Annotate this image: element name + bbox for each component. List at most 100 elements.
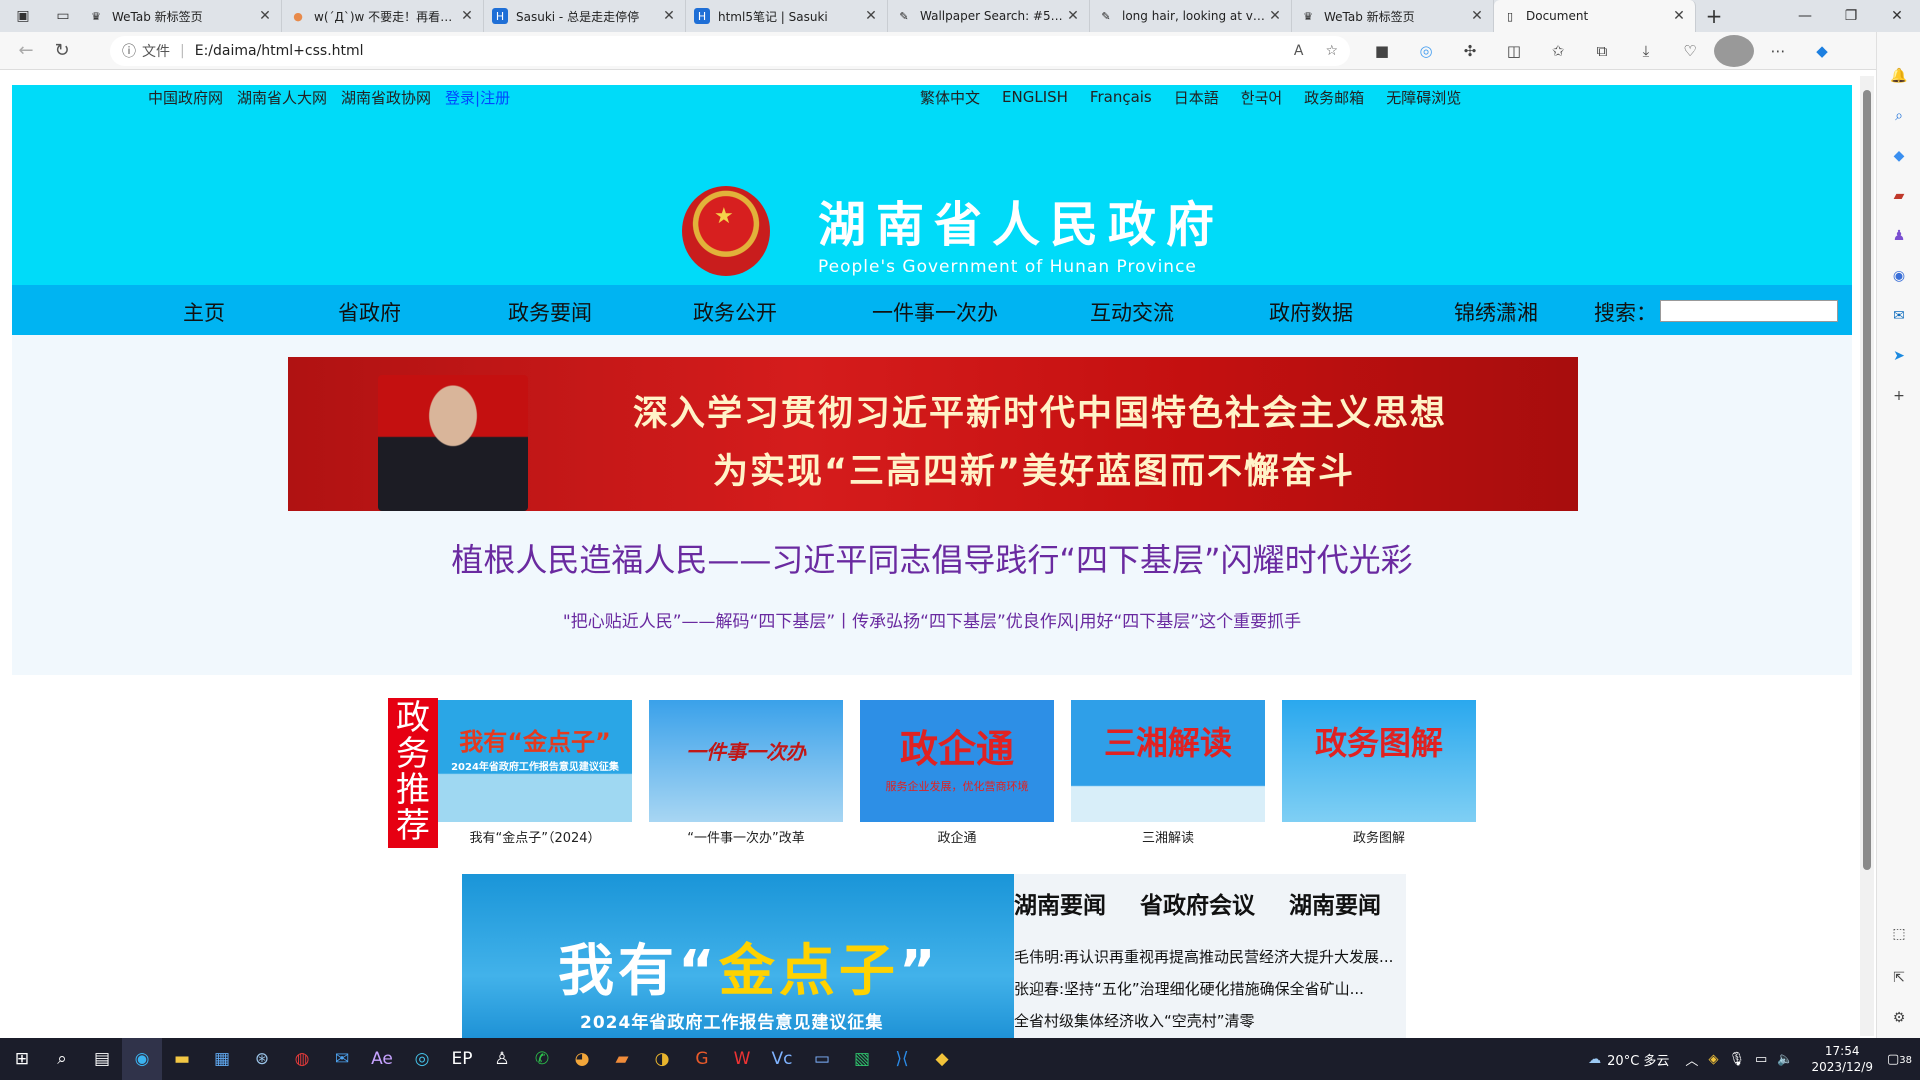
tab-gov-meetings[interactable]: 省政府会议 bbox=[1140, 886, 1255, 920]
address-bar[interactable]: ⓘ 文件 | E:/daima/html+css.html A ☆ bbox=[110, 35, 1350, 66]
microphone-icon[interactable]: 🎙 bbox=[1728, 1052, 1745, 1067]
lang-french[interactable]: Français bbox=[1090, 88, 1152, 106]
lang-english[interactable]: ENGLISH bbox=[1002, 88, 1068, 106]
browser-tab[interactable]: ●w(´Д`)w 不要走！再看看嘛！✕ bbox=[282, 0, 484, 32]
link-gov-cn[interactable]: 中国政府网 bbox=[148, 87, 223, 108]
screenshot-icon[interactable]: ⬚ bbox=[1889, 924, 1909, 944]
link-hunan-npc[interactable]: 湖南省人大网 bbox=[237, 87, 327, 108]
bell-icon[interactable]: 🔔 bbox=[1889, 66, 1909, 86]
close-tab-icon[interactable]: ✕ bbox=[661, 8, 677, 24]
browser-tab[interactable]: ♛ WeTab 新标签页 ✕ bbox=[1292, 0, 1494, 32]
news-item[interactable]: 张迎春:坚持“五化”治理细化硬化措施确保全省矿山... bbox=[1014, 978, 1406, 1010]
favorite-star-icon[interactable]: ☆ bbox=[1325, 43, 1338, 59]
tab-hunan-news[interactable]: 湖南要闻 bbox=[1014, 886, 1106, 920]
collections-icon[interactable]: ⧉ bbox=[1582, 35, 1622, 67]
m365-icon[interactable]: ◉ bbox=[1889, 266, 1909, 286]
browser-tab[interactable]: ✎long hair, looking at viewer✕ bbox=[1090, 0, 1292, 32]
tab-actions-icon[interactable]: ▭ bbox=[46, 0, 80, 32]
workspaces-icon[interactable]: ▣ bbox=[0, 0, 46, 32]
game-icon[interactable]: ◕ bbox=[562, 1038, 602, 1080]
recommend-card[interactable]: 政务图解 政务图解 bbox=[1282, 700, 1476, 846]
gov-mail-link[interactable]: 政务邮箱 bbox=[1304, 87, 1364, 108]
recommend-card[interactable]: 一件事一次办 “一件事一次办”改革 bbox=[649, 700, 843, 846]
network-icon[interactable]: ▭ bbox=[1755, 1052, 1767, 1067]
sheets-app-icon[interactable]: ▧ bbox=[842, 1038, 882, 1080]
bookmark-app-icon[interactable]: ▰ bbox=[602, 1038, 642, 1080]
close-tab-icon[interactable]: ✕ bbox=[257, 8, 273, 24]
scrollbar-thumb[interactable] bbox=[1863, 90, 1871, 870]
recommend-card[interactable]: 我有“金点子” 2024年省政府工作报告意见建议征集 我有“金点子”（2024） bbox=[438, 700, 632, 846]
remote-desktop-icon[interactable]: ▭ bbox=[802, 1038, 842, 1080]
games-icon[interactable]: ♟ bbox=[1889, 226, 1909, 246]
site-logo[interactable]: ★ 湖南省人民政府 People's Government of Hunan P… bbox=[682, 185, 1224, 277]
url-text[interactable]: E:/daima/html+css.html bbox=[195, 43, 364, 59]
wps-icon[interactable]: W bbox=[722, 1038, 762, 1080]
store-icon[interactable]: ▦ bbox=[202, 1038, 242, 1080]
send-icon[interactable]: ➤ bbox=[1889, 346, 1909, 366]
extension-icon[interactable]: ■ bbox=[1362, 35, 1402, 67]
browser-tab[interactable]: Hhtml5笔记 | Sasuki ✕ bbox=[686, 0, 888, 32]
vc-app-icon[interactable]: Vc bbox=[762, 1038, 802, 1080]
close-tab-icon[interactable]: ✕ bbox=[1065, 8, 1081, 24]
tools-icon[interactable]: ▰ bbox=[1889, 186, 1909, 206]
shopping-icon[interactable]: ◆ bbox=[1889, 146, 1909, 166]
circle-extension-icon[interactable]: ◎ bbox=[1406, 35, 1446, 67]
close-tab-icon[interactable]: ✕ bbox=[1267, 8, 1283, 24]
file-explorer-icon[interactable]: ▬ bbox=[162, 1038, 202, 1080]
weather-icon[interactable]: ☁ bbox=[1588, 1052, 1601, 1067]
nav-item-interaction[interactable]: 互动交流 bbox=[1090, 297, 1174, 327]
news-item[interactable]: 毛伟明:再认识再重视再提高推动民营经济大提升大发展... bbox=[1014, 946, 1406, 978]
download-icon[interactable]: ⤓ bbox=[1626, 35, 1666, 67]
news-item[interactable]: 全省村级集体经济收入“空壳村”清零 bbox=[1014, 1010, 1406, 1038]
nav-item-news[interactable]: 政务要闻 bbox=[508, 297, 592, 327]
search-input[interactable] bbox=[1660, 300, 1838, 322]
search-icon[interactable]: ⌕ bbox=[1889, 106, 1909, 126]
link-hunan-cppcc[interactable]: 湖南省政协网 bbox=[341, 87, 431, 108]
epic-games-icon[interactable]: EP bbox=[442, 1038, 482, 1080]
after-effects-icon[interactable]: Ae bbox=[362, 1038, 402, 1080]
tab-hunan-news-2[interactable]: 湖南要闻 bbox=[1289, 886, 1381, 920]
wechat-icon[interactable]: ✆ bbox=[522, 1038, 562, 1080]
restore-icon[interactable]: ❐ bbox=[1828, 0, 1874, 32]
refresh-icon[interactable]: ↻ bbox=[44, 35, 80, 67]
login-register-link[interactable]: 登录|注册 bbox=[445, 87, 510, 108]
close-tab-icon[interactable]: ✕ bbox=[1469, 8, 1485, 24]
settings-icon[interactable]: ⚙ bbox=[1889, 1008, 1909, 1028]
vscode-icon[interactable]: ⟩⟨ bbox=[882, 1038, 922, 1080]
task-view-icon[interactable]: ▤ bbox=[82, 1038, 122, 1080]
close-window-icon[interactable]: ✕ bbox=[1874, 0, 1920, 32]
nav-item-home[interactable]: 主页 bbox=[183, 297, 225, 327]
clock[interactable]: 17:54 2023/12/9 bbox=[1811, 1043, 1873, 1075]
favorites-icon[interactable]: ✩ bbox=[1538, 35, 1578, 67]
outlook-icon[interactable]: ✉ bbox=[1889, 306, 1909, 326]
nav-item-scenic-hunan[interactable]: 锦绣潇湘 bbox=[1454, 297, 1538, 327]
lang-korean[interactable]: 한국어 bbox=[1241, 87, 1282, 108]
browser-tab[interactable]: H Sasuki - 总是走走停停 ✕ bbox=[484, 0, 686, 32]
minimize-icon[interactable]: — bbox=[1782, 0, 1828, 32]
grammar-app-icon[interactable]: G bbox=[682, 1038, 722, 1080]
performance-icon[interactable]: ♡ bbox=[1670, 35, 1710, 67]
copilot-icon[interactable]: ◆ bbox=[1802, 35, 1842, 67]
profile-avatar[interactable] bbox=[1714, 34, 1754, 67]
steam-icon[interactable]: ⊛ bbox=[242, 1038, 282, 1080]
tray-chevron-icon[interactable]: ︿ bbox=[1685, 1050, 1698, 1069]
external-icon[interactable]: ⇱ bbox=[1889, 968, 1909, 988]
start-icon[interactable]: ⊞ bbox=[2, 1038, 42, 1080]
accessibility-link[interactable]: 无障碍浏览 bbox=[1386, 87, 1461, 108]
chrome-icon[interactable]: ◑ bbox=[642, 1038, 682, 1080]
split-screen-icon[interactable]: ◫ bbox=[1494, 35, 1534, 67]
headline-link[interactable]: 植根人民造福人民——习近平同志倡导践行“四下基层”闪耀时代光彩 bbox=[12, 535, 1852, 581]
subline-links[interactable]: "把心贴近人民”——解码“四下基层”丨传承弘扬“四下基层”优良作风|用好“四下基… bbox=[12, 607, 1852, 632]
netease-music-icon[interactable]: ◍ bbox=[282, 1038, 322, 1080]
nav-item-public-affairs[interactable]: 政务公开 bbox=[693, 297, 777, 327]
feature-image[interactable]: 我有“金点子” 2024年省政府工作报告意见建议征集 bbox=[462, 874, 1014, 1038]
nav-item-provincial-gov[interactable]: 省政府 bbox=[338, 297, 401, 327]
git-app-icon[interactable]: ◆ bbox=[922, 1038, 962, 1080]
close-tab-icon[interactable]: ✕ bbox=[459, 8, 475, 24]
read-aloud-icon[interactable]: A bbox=[1294, 43, 1304, 59]
page-scrollbar[interactable] bbox=[1860, 76, 1874, 1036]
qq-icon[interactable]: ♙ bbox=[482, 1038, 522, 1080]
nav-item-one-stop[interactable]: 一件事一次办 bbox=[872, 297, 998, 327]
browser-tab[interactable]: ✎Wallpaper Search: #5-touhou✕ bbox=[888, 0, 1090, 32]
taskbar-search-icon[interactable]: ⌕ bbox=[42, 1038, 82, 1080]
